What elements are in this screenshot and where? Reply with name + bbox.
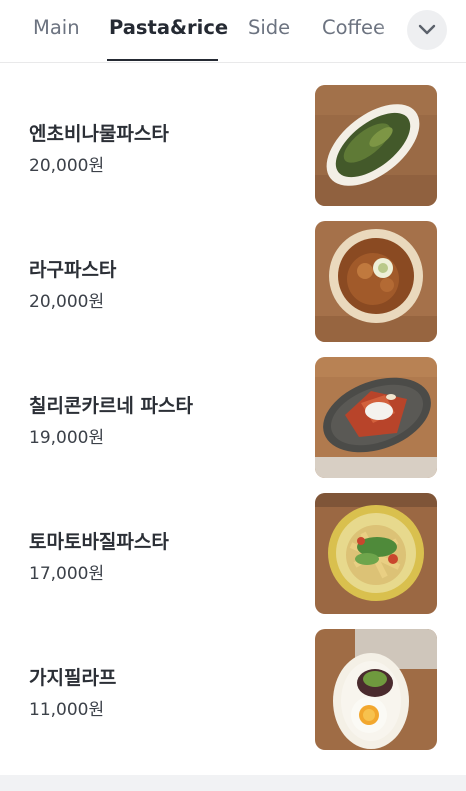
expand-categories-button[interactable] [407, 10, 447, 50]
menu-item[interactable]: 가지필라프 11,000원 [0, 606, 466, 750]
menu-item-name: 칠리콘카르네 파스타 [29, 395, 193, 417]
menu-item[interactable]: 토마토바질파스타 17,000원 [0, 470, 466, 614]
anchovy-herb-pasta-photo [315, 85, 437, 206]
tab-pasta-rice[interactable]: Pasta&rice [109, 0, 228, 62]
menu-item-price: 20,000원 [29, 292, 105, 312]
menu-item[interactable]: 엔초비나물파스타 20,000원 [0, 62, 466, 206]
active-tab-indicator [107, 59, 218, 61]
tab-main[interactable]: Main [33, 0, 80, 62]
ragu-pasta-photo [315, 221, 437, 342]
tomato-basil-pasta-photo [315, 493, 437, 614]
menu-item-price: 17,000원 [29, 564, 105, 584]
tab-coffee[interactable]: Coffee [322, 0, 385, 62]
menu-item[interactable]: 라구파스타 20,000원 [0, 198, 466, 342]
menu-item-price: 19,000원 [29, 428, 105, 448]
footer-strip [0, 775, 466, 791]
chili-con-carne-pasta-photo [315, 357, 437, 478]
eggplant-pilaf-photo [315, 629, 437, 750]
category-tab-bar: Main Pasta&rice Side Coffee [0, 0, 466, 63]
menu-item-name: 라구파스타 [29, 259, 117, 281]
chevron-down-icon [418, 24, 436, 35]
menu-item-name: 토마토바질파스타 [29, 531, 169, 553]
menu-item-name: 가지필라프 [29, 667, 117, 689]
menu-item-price: 20,000원 [29, 156, 105, 176]
tab-side[interactable]: Side [248, 0, 290, 62]
menu-item[interactable]: 칠리콘카르네 파스타 19,000원 [0, 334, 466, 478]
menu-item-price: 11,000원 [29, 700, 105, 720]
menu-item-name: 엔초비나물파스타 [29, 123, 169, 145]
